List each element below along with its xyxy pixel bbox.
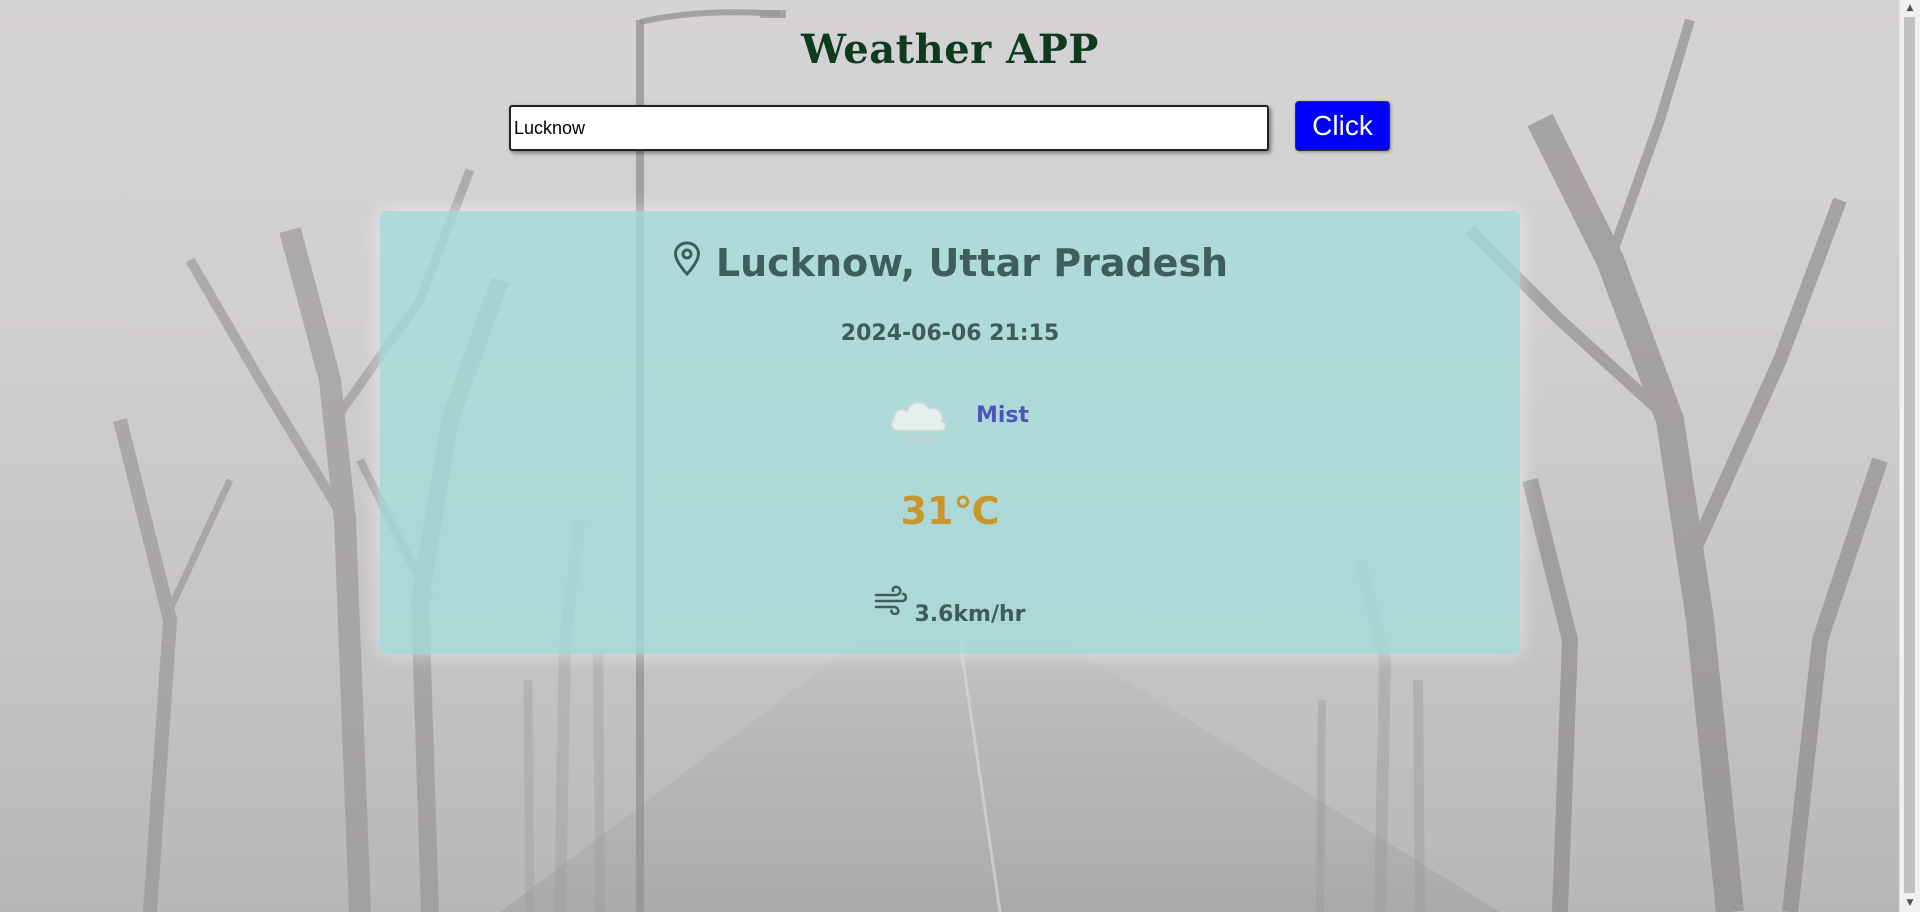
city-search-input[interactable] xyxy=(509,105,1269,151)
wind-icon xyxy=(875,585,908,615)
vertical-scrollbar[interactable]: ▲ ▼ xyxy=(1899,0,1920,912)
location-name: Lucknow, Uttar Pradesh xyxy=(715,241,1229,285)
search-button[interactable]: Click xyxy=(1295,101,1390,151)
wind-speed: 3.6km/hr xyxy=(914,602,1026,627)
weather-condition: Mist xyxy=(976,403,1030,428)
cloud-icon xyxy=(890,401,947,444)
app-title: Weather APP xyxy=(801,26,1099,73)
scroll-thumb[interactable] xyxy=(1904,17,1915,893)
weather-card: Lucknow, Uttar Pradesh 2024-06-06 21:15 … xyxy=(380,211,1520,654)
temperature: 31℃ xyxy=(900,489,1000,533)
location-row: Lucknow, Uttar Pradesh xyxy=(380,241,1520,285)
scroll-up-arrow-icon[interactable]: ▲ xyxy=(1900,0,1920,17)
scroll-down-arrow-icon[interactable]: ▼ xyxy=(1900,895,1920,912)
app-viewport: Weather APP Click Lucknow, Uttar Pradesh… xyxy=(0,0,1920,912)
local-datetime: 2024-06-06 21:15 xyxy=(840,321,1060,346)
location-pin-icon xyxy=(673,241,700,277)
condition-row: Mist xyxy=(380,387,1520,451)
wind-row: 3.6km/hr xyxy=(380,585,1520,627)
